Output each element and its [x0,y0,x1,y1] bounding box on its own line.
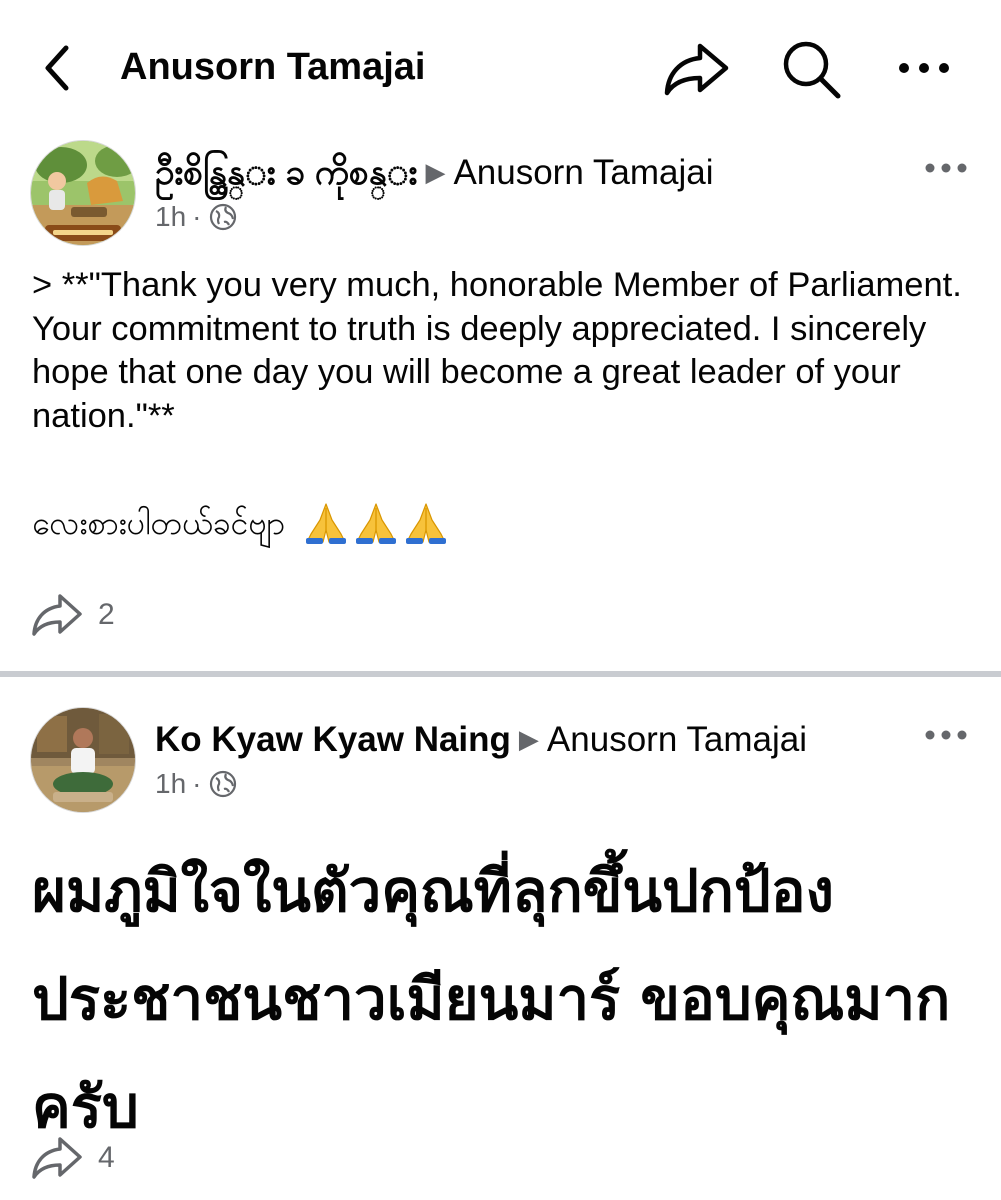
post-author-line: Ko Kyaw Kyaw Naing ▶ Anusorn Tamajai [155,717,807,765]
search-icon[interactable] [778,36,844,102]
post-time[interactable]: 1h [155,767,186,801]
author-name[interactable]: ဦးစိန္ထြန္း ခ ကိုစန္း [155,153,417,192]
target-name[interactable]: Anusorn Tamajai [453,153,713,192]
caret-right-icon: ▶ [518,724,539,754]
post-meta: 1h · [155,767,237,801]
share-count: 2 [98,598,115,631]
globe-icon [209,770,237,798]
more-horizontal-icon[interactable] [922,723,970,747]
share-button[interactable]: 4 [30,1133,115,1183]
post-body-secondary: လေးစားပါတယ်ခင်ဗျာ [32,500,449,546]
target-name[interactable]: Anusorn Tamajai [547,720,807,759]
more-horizontal-icon[interactable] [894,50,954,86]
chevron-left-icon[interactable] [36,40,86,96]
meta-separator: · [192,768,202,799]
myanmar-text: လေးစားပါတယ်ခင်ဗျာ [32,504,286,542]
folded-hands-icon [403,500,449,546]
post-author-line: ဦးစိန္ထြန္း ခ ကိုစန္း ▶ Anusorn Tamajai [155,150,714,198]
globe-icon [209,203,237,231]
post-card: ဦးစိန္ထြန္း ခ ကိုစန္း ▶ Anusorn Tamajai 1h… [0,130,1001,671]
share-count: 4 [98,1141,115,1174]
post-meta: 1h · [155,200,237,234]
share-icon[interactable] [30,1133,84,1183]
avatar[interactable] [30,707,136,813]
share-icon[interactable] [662,40,732,98]
page-title: Anusorn Tamajai [120,46,426,88]
folded-hands-icon [353,500,399,546]
folded-hands-icon [303,500,349,546]
post-body: ผมภูมิใจในตัวคุณที่ลุกขึ้นปกป้องประชาชนช… [32,857,951,1141]
share-button[interactable]: 2 [30,590,115,640]
avatar[interactable] [30,140,136,246]
post-card: Ko Kyaw Kyaw Naing ▶ Anusorn Tamajai 1h · … [0,677,1001,1200]
top-bar: Anusorn Tamajai [0,0,1001,130]
post-body: > **"Thank you very much, honorable Memb… [32,266,971,435]
more-horizontal-icon[interactable] [922,156,970,180]
caret-right-icon: ▶ [425,157,446,187]
author-name[interactable]: Ko Kyaw Kyaw Naing [155,720,511,759]
meta-separator: · [192,201,202,232]
share-icon[interactable] [30,590,84,640]
post-time[interactable]: 1h [155,200,186,234]
